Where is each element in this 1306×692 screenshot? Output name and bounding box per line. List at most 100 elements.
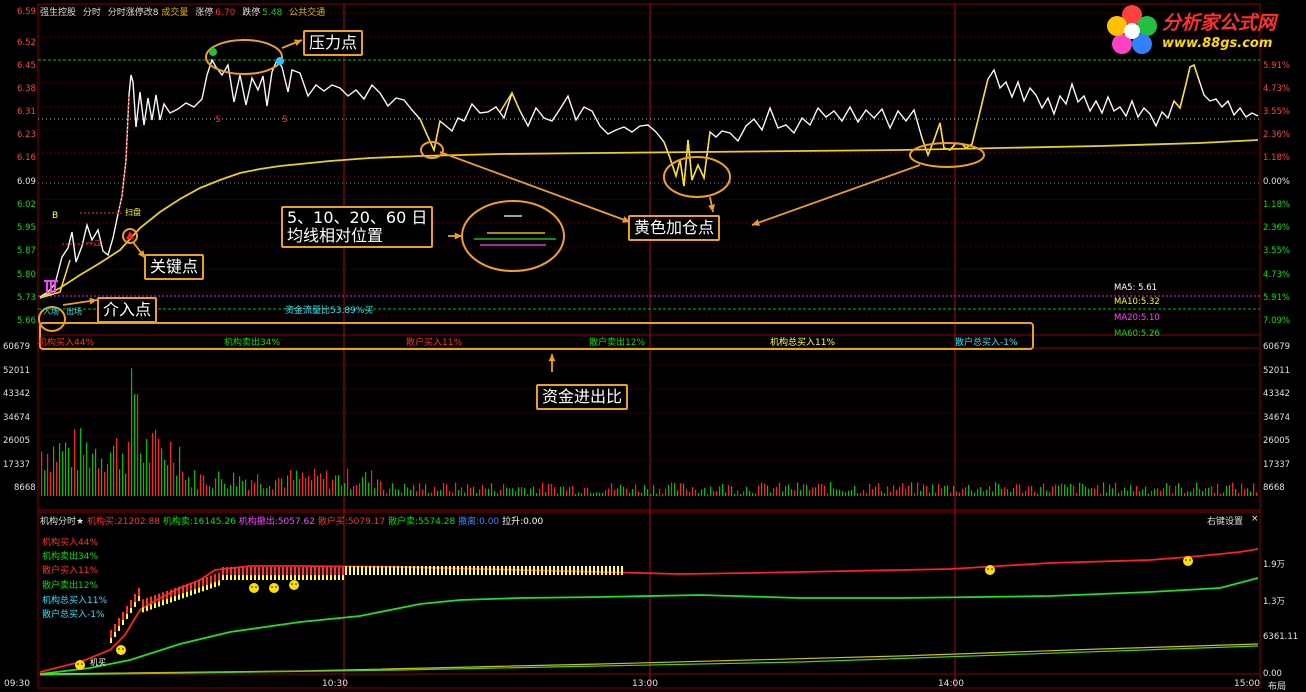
volume-bar [743,491,745,496]
volume-bar [203,475,205,496]
inst-buy-mark: 机买 [90,658,106,667]
pressure-marker [276,57,284,65]
time-tick: 13:00 [632,679,658,689]
volume-bar [437,490,439,496]
volume-bar [170,441,172,496]
price-tick: 6.23 [17,130,36,140]
flow-item: 散户买入11% [406,338,463,348]
volume-bar [719,486,721,496]
volume-bar [896,489,898,496]
lower-panel-title[interactable]: 机构分时★ [40,517,84,527]
volume-bar [830,482,832,496]
volume-bar [725,492,727,496]
volume-bar [488,488,490,496]
volume-tick: 60679 [3,342,31,352]
volume-bar [998,484,1000,496]
price-tick: 5.73 [17,293,36,303]
volume-bar [494,491,496,496]
flow-item: 机构总买入11% [770,338,836,348]
layout-button[interactable]: 布局 [1268,679,1286,692]
retail-bar [565,566,567,575]
volume-bar [794,490,796,496]
volume-bar [278,478,280,496]
volume-bar [1085,486,1087,496]
price-tick: 5.66 [17,316,36,326]
volume-bar [347,468,349,496]
volume-bar [110,452,112,496]
volume-bar [1004,487,1006,496]
volume-bar [1049,492,1051,496]
volume-bar [359,483,361,496]
close-icon[interactable]: × [1251,514,1259,524]
lower-tick: 1.9万 [1263,560,1286,570]
volume-bar [413,485,415,496]
smiley-icon [75,660,85,670]
smiley-icon [289,580,299,590]
volume-bar [1055,484,1057,496]
retail-bar [549,566,551,575]
volume-bar [572,485,574,496]
volume-bar [1250,491,1252,496]
retail-bar [377,566,379,575]
volume-bar [1046,490,1048,496]
volume-bar [518,487,520,496]
volume-bar [722,483,724,496]
volume-bar [821,483,823,496]
volume-bar [320,473,322,496]
volume-bar [704,487,706,496]
metric-label: 撤离: [458,517,480,527]
volume-tick: 8668 [14,483,36,493]
volume-bar [641,492,643,496]
volume-bar [587,487,589,496]
pct-tick: 7.09% [1263,316,1291,326]
retail-bar [318,575,320,580]
retail-bar [357,566,359,575]
volume-bar [1121,490,1123,496]
retail-bar [421,566,423,575]
metric-value: 21202.88 [117,517,160,527]
volume-tick: 34674 [3,413,31,423]
volume-bar [242,481,244,496]
retail-bar [178,594,180,600]
retail-bar [481,566,483,575]
volume-bar [260,484,262,496]
smiley-icon [118,648,120,650]
volume-bar [854,485,856,496]
volume-bar [737,490,739,496]
volume-bar [323,478,325,496]
volume-bar [1229,485,1231,496]
volume-bar [419,483,421,496]
volume-bar [824,485,826,496]
volume-bar [332,479,334,496]
retail-bar [381,566,383,575]
volume-bar [206,484,208,496]
volume-bar [1175,485,1177,496]
callout-arrowhead [548,354,556,362]
volume-bar [1103,482,1105,496]
volume-bar [917,482,919,496]
price-tick: 6.45 [17,61,36,71]
volume-bar [1118,492,1120,496]
volume-bar [554,487,556,496]
pressure-ellipse [205,39,283,75]
volume-bar [635,484,637,496]
volume-bar [803,484,805,496]
volume-bar [383,490,385,496]
settings-button[interactable]: 右键设置 [1207,514,1243,527]
volume-bar [401,492,403,496]
volume-bar [233,472,235,496]
volume-bar [1163,488,1165,496]
volume-bar [761,482,763,496]
volume-bar [473,486,475,496]
volume-bar [350,489,352,496]
metric-label: 机构卖: [162,517,193,527]
volume-bar [779,482,781,496]
volume-bar [1010,491,1012,496]
retail-bar [601,566,603,575]
volume-bar [308,476,310,496]
volume-bar [410,489,412,496]
volume-bar [905,489,907,496]
retail-bar [334,575,336,580]
retail-bar [198,587,200,593]
flower-logo-icon [1107,5,1157,54]
